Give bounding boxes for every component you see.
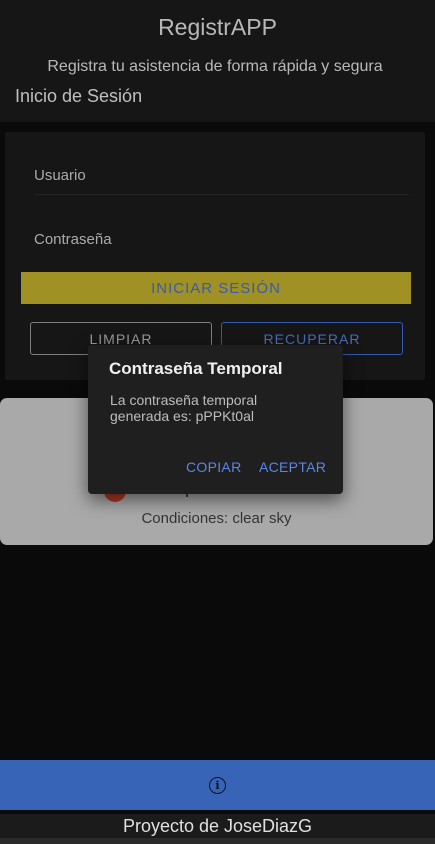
dialog-message: La contraseña temporal generada es: pPPK… bbox=[110, 392, 258, 424]
bottom-strip bbox=[0, 838, 435, 844]
footer-info-bar[interactable]: i bbox=[0, 760, 435, 810]
footer-credit: Proyecto de JoseDiazG bbox=[0, 814, 435, 838]
dialog-title: Contraseña Temporal bbox=[109, 359, 283, 378]
temporary-password-dialog: Contraseña Temporal La contraseña tempor… bbox=[88, 345, 343, 494]
copy-button[interactable]: COPIAR bbox=[186, 459, 241, 475]
accept-button[interactable]: ACEPTAR bbox=[259, 459, 326, 475]
info-icon[interactable]: i bbox=[209, 776, 226, 794]
